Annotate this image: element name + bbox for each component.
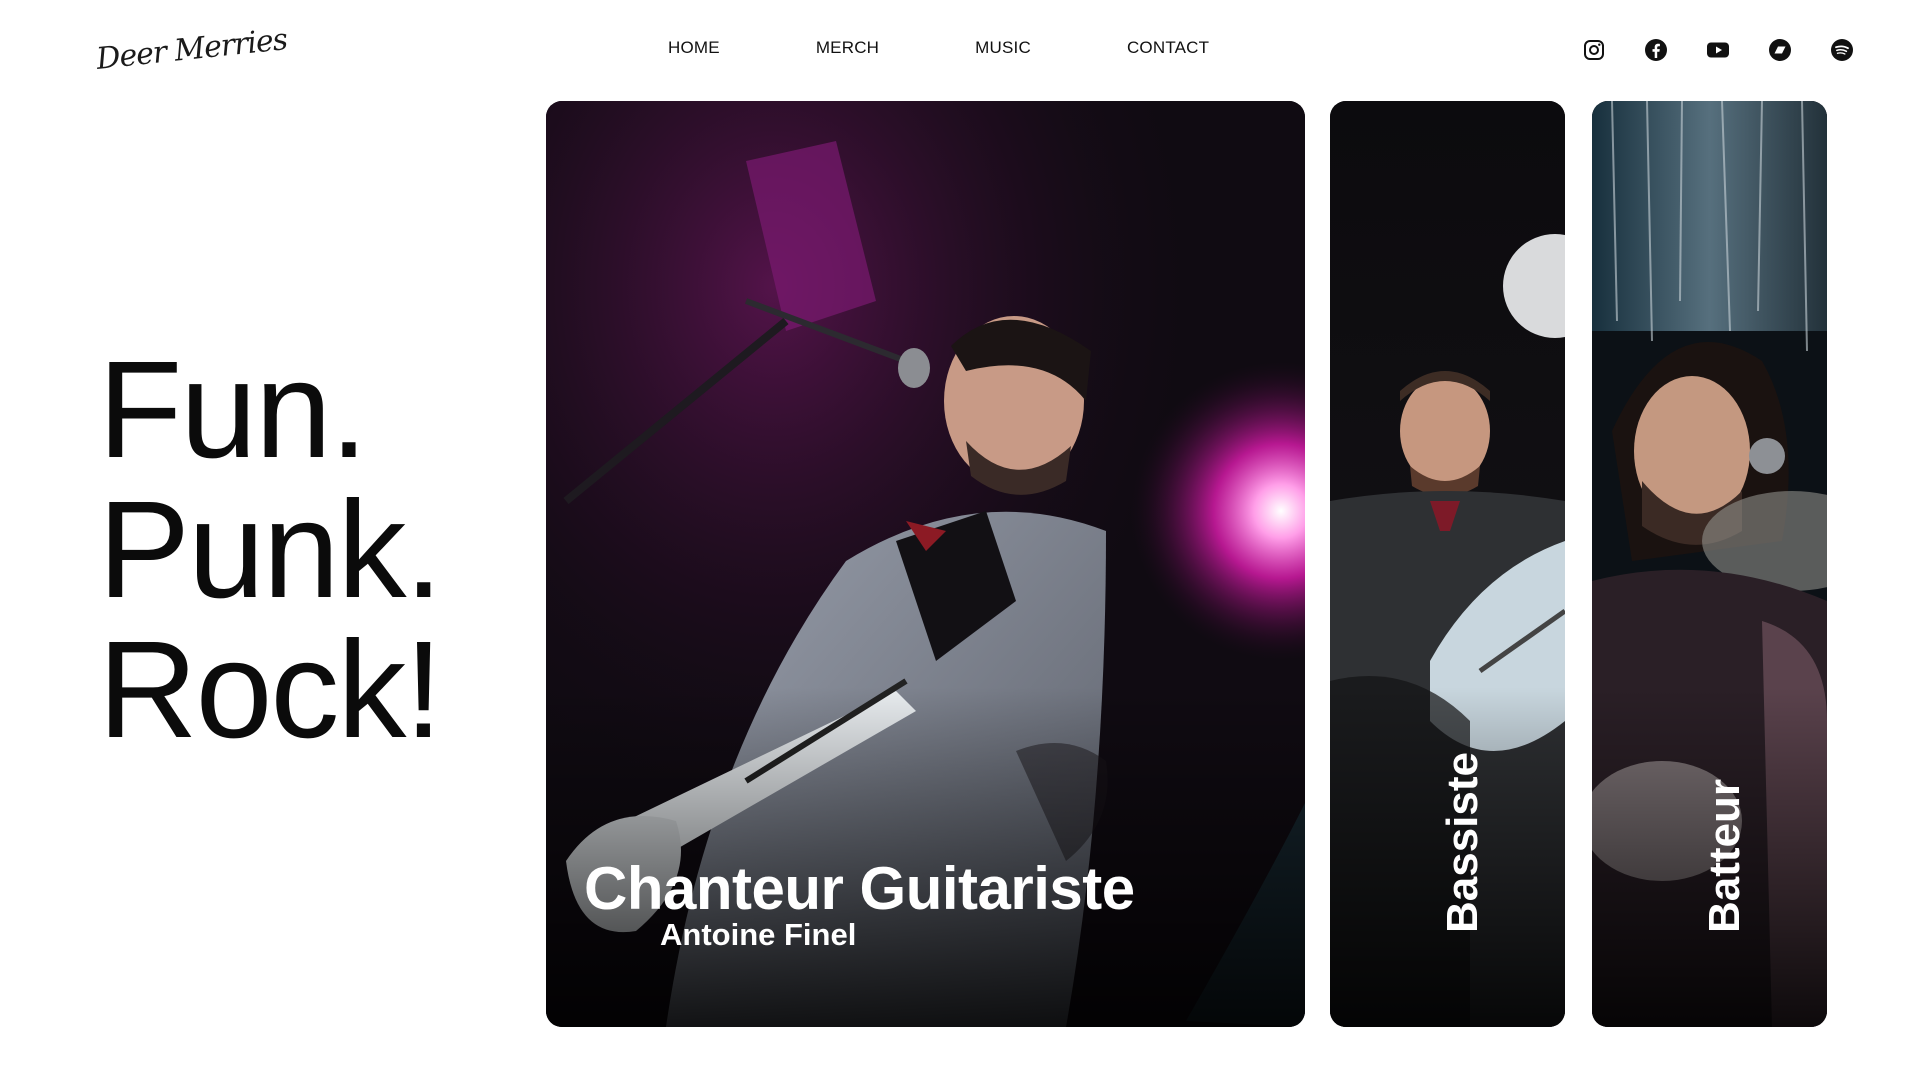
member-card-bassist[interactable]: Bassiste bbox=[1330, 101, 1565, 1027]
main-nav: HOME MERCH MUSIC CONTACT bbox=[668, 38, 1209, 58]
nav-merch-link[interactable]: MERCH bbox=[816, 38, 879, 58]
member-role: Batteur bbox=[1700, 778, 1749, 933]
member-role: Chanteur Guitariste bbox=[584, 855, 1135, 922]
facebook-icon[interactable] bbox=[1642, 36, 1670, 64]
bandcamp-icon[interactable] bbox=[1766, 36, 1794, 64]
social-links bbox=[1580, 36, 1856, 64]
member-role: Bassiste bbox=[1438, 751, 1487, 933]
member-card-singer[interactable]: Chanteur Guitariste Antoine Finel bbox=[546, 101, 1305, 1027]
spotify-icon[interactable] bbox=[1828, 36, 1856, 64]
hero-line-fun: Fun. bbox=[98, 333, 368, 487]
band-logo[interactable]: Deer Merries bbox=[95, 20, 289, 80]
nav-home-link[interactable]: HOME bbox=[668, 38, 720, 58]
member-card-drummer[interactable]: Batteur bbox=[1592, 101, 1827, 1027]
site-header: Deer Merries HOME MERCH MUSIC CONTACT bbox=[0, 0, 1920, 100]
logo-text: Deer Merries bbox=[94, 22, 289, 77]
hero-tagline: Fun. Punk. Rock! bbox=[98, 333, 443, 767]
instagram-icon[interactable] bbox=[1580, 36, 1608, 64]
youtube-icon[interactable] bbox=[1704, 36, 1732, 64]
member-name: Antoine Finel bbox=[660, 917, 857, 952]
nav-contact-link[interactable]: CONTACT bbox=[1127, 38, 1209, 58]
hero-line-punk: Punk. bbox=[98, 473, 443, 627]
hero-line-rock: Rock! bbox=[98, 613, 443, 767]
nav-music-link[interactable]: MUSIC bbox=[975, 38, 1031, 58]
